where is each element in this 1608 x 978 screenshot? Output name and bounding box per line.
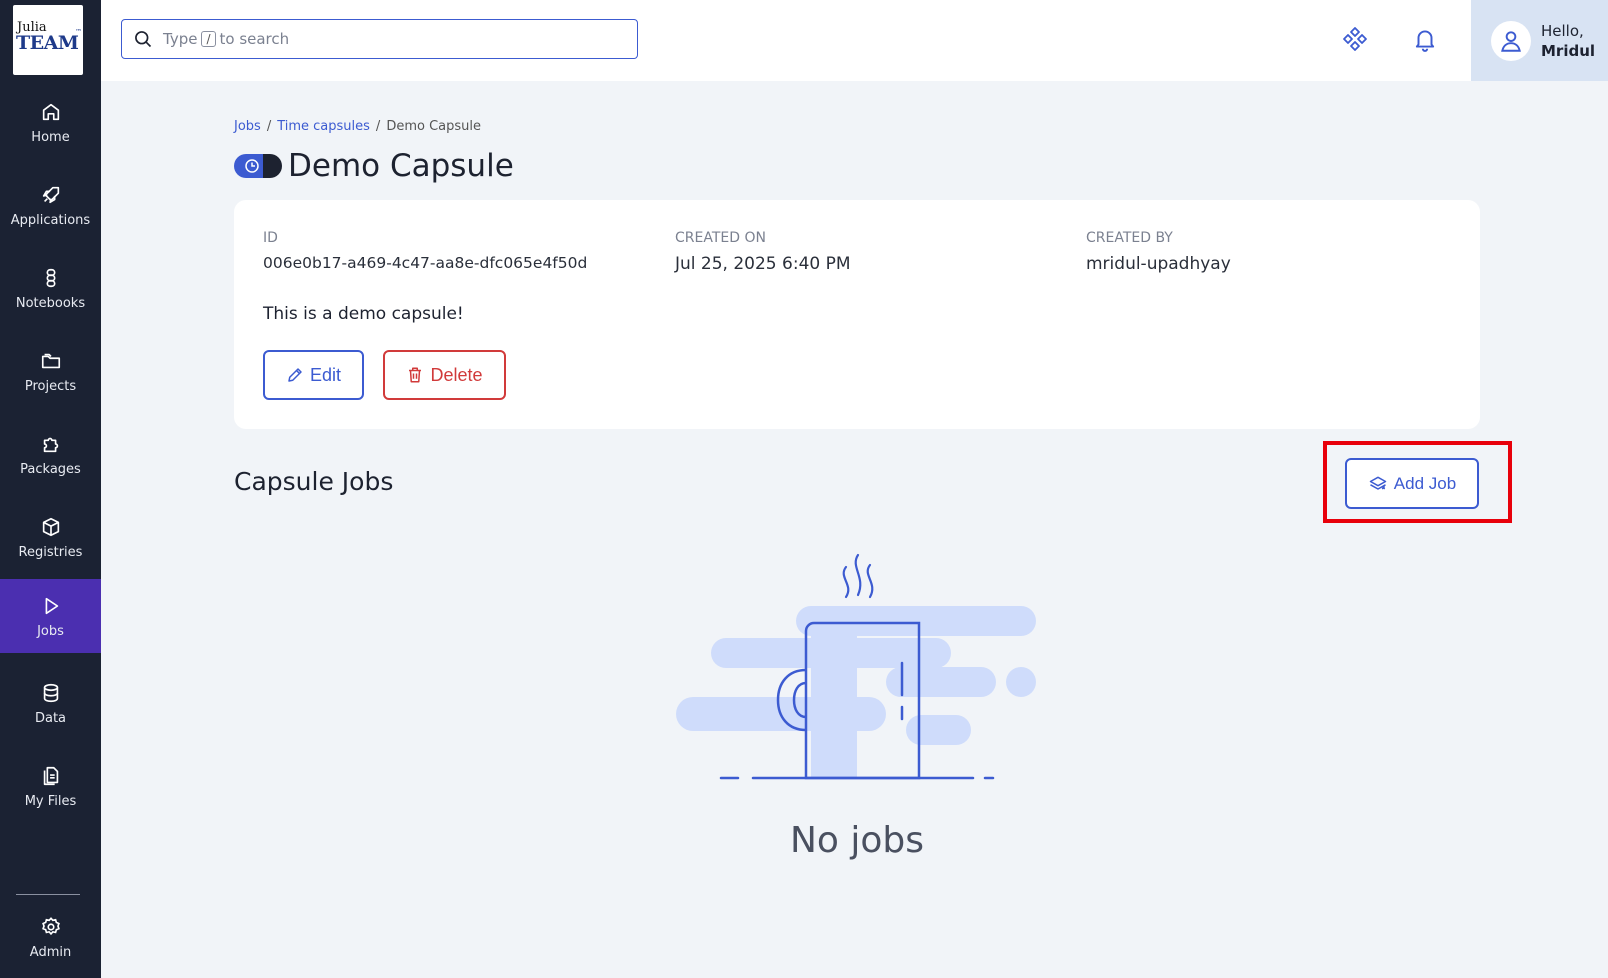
capsule-details-card: ID 006e0b17-a469-4c47-aa8e-dfc065e4f50d … — [234, 200, 1480, 429]
sidebar-item-notebooks[interactable]: Notebooks — [0, 251, 101, 325]
capsule-description: This is a demo capsule! — [263, 304, 464, 324]
sidebar-item-my-files[interactable]: My Files — [0, 749, 101, 823]
id-value: 006e0b17-a469-4c47-aa8e-dfc065e4f50d — [263, 254, 588, 272]
add-job-button[interactable]: Add Job — [1345, 458, 1479, 509]
edit-button[interactable]: Edit — [263, 350, 364, 400]
julia-team-logo[interactable]: Julia TEAM ™ — [13, 5, 83, 75]
breadcrumb-jobs[interactable]: Jobs — [234, 119, 261, 134]
trash-icon — [409, 367, 422, 383]
files-icon — [39, 764, 63, 788]
user-greeting: Hello, Mridul — [1541, 21, 1595, 61]
delete-button[interactable]: Delete — [383, 350, 506, 400]
no-jobs-message: No jobs — [789, 820, 925, 861]
puzzle-icon — [39, 432, 63, 456]
sidebar-item-label: Notebooks — [15, 295, 86, 311]
cube-icon — [39, 515, 63, 539]
rocket-icon — [39, 183, 63, 207]
sidebar-item-admin[interactable]: Admin — [0, 900, 101, 974]
layers-icon — [1369, 476, 1387, 490]
sidebar-item-home[interactable]: Home — [0, 85, 101, 159]
user-menu[interactable]: Hello, Mridul — [1471, 0, 1608, 81]
sidebar-item-registries[interactable]: Registries — [0, 500, 101, 574]
sidebar-item-label: Data — [34, 710, 67, 726]
sidebar-item-label: Jobs — [37, 623, 64, 639]
sidebar-item-packages[interactable]: Packages — [0, 417, 101, 491]
sidebar-item-label: Projects — [24, 378, 77, 394]
home-icon — [39, 100, 63, 124]
breadcrumb-current: Demo Capsule — [386, 119, 481, 134]
breadcrumb-time-capsules[interactable]: Time capsules — [277, 119, 370, 134]
capsule-id-field: ID 006e0b17-a469-4c47-aa8e-dfc065e4f50d — [263, 230, 587, 272]
breadcrumb: Jobs / Time capsules / Demo Capsule — [234, 119, 481, 134]
top-bar: Type / to search Hello, Mridul — [101, 0, 1608, 81]
time-capsule-icon — [234, 154, 282, 178]
search-icon — [133, 28, 155, 50]
sidebar-item-jobs[interactable]: Jobs — [0, 579, 101, 653]
search-placeholder-prefix: Type — [163, 30, 198, 48]
gear-icon — [39, 915, 63, 939]
created-by-field: CREATED BY mridul-upadhyay — [1086, 230, 1231, 274]
created-by-label: CREATED BY — [1086, 230, 1173, 246]
sidebar-item-label: Packages — [20, 461, 81, 477]
search-shortcut-key: / — [201, 31, 216, 47]
page-title: Demo Capsule — [288, 148, 514, 184]
created-by-value: mridul-upadhyay — [1086, 254, 1231, 274]
user-name: Mridul — [1541, 41, 1596, 60]
pencil-icon — [288, 368, 302, 382]
breadcrumb-separator: / — [375, 119, 381, 134]
bell-icon[interactable] — [1410, 24, 1440, 54]
logo-text-team: TEAM — [16, 32, 79, 54]
sidebar-divider — [16, 894, 80, 895]
sidebar-item-projects[interactable]: Projects — [0, 334, 101, 408]
breadcrumb-separator: / — [266, 119, 272, 134]
user-avatar-icon — [1491, 20, 1531, 61]
notebook-icon — [39, 266, 63, 290]
sidebar-item-label: My Files — [24, 793, 77, 809]
greeting-text: Hello, — [1541, 21, 1584, 40]
search-placeholder: Type / to search — [163, 30, 289, 48]
sidebar-item-applications[interactable]: Applications — [0, 168, 101, 242]
sidebar-item-label: Applications — [10, 212, 91, 228]
sidebar-item-label: Registries — [18, 544, 83, 560]
id-label: ID — [263, 230, 278, 246]
created-on-label: CREATED ON — [675, 230, 766, 246]
created-on-value: Jul 25, 2025 6:40 PM — [675, 254, 851, 274]
created-on-field: CREATED ON Jul 25, 2025 6:40 PM — [675, 230, 851, 274]
search-placeholder-suffix: to search — [219, 30, 290, 48]
logo-trademark: ™ — [75, 28, 82, 36]
sidebar-item-label: Admin — [29, 944, 72, 960]
coffee-mug-illustration — [676, 545, 1040, 795]
sidebar: Julia TEAM ™ Home Applications Notebooks… — [0, 0, 101, 978]
sidebar-item-label: Home — [31, 129, 70, 145]
edit-button-label: Edit — [309, 364, 342, 385]
integrations-icon[interactable] — [1340, 24, 1370, 54]
sidebar-item-data[interactable]: Data — [0, 666, 101, 740]
capsule-jobs-heading: Capsule Jobs — [234, 467, 394, 496]
folder-icon — [39, 349, 63, 373]
add-job-label: Add Job — [1393, 473, 1457, 493]
search-input[interactable]: Type / to search — [121, 19, 638, 59]
page-header: Demo Capsule — [234, 148, 514, 184]
delete-button-label: Delete — [430, 364, 483, 385]
play-icon — [39, 594, 63, 618]
database-icon — [39, 681, 63, 705]
